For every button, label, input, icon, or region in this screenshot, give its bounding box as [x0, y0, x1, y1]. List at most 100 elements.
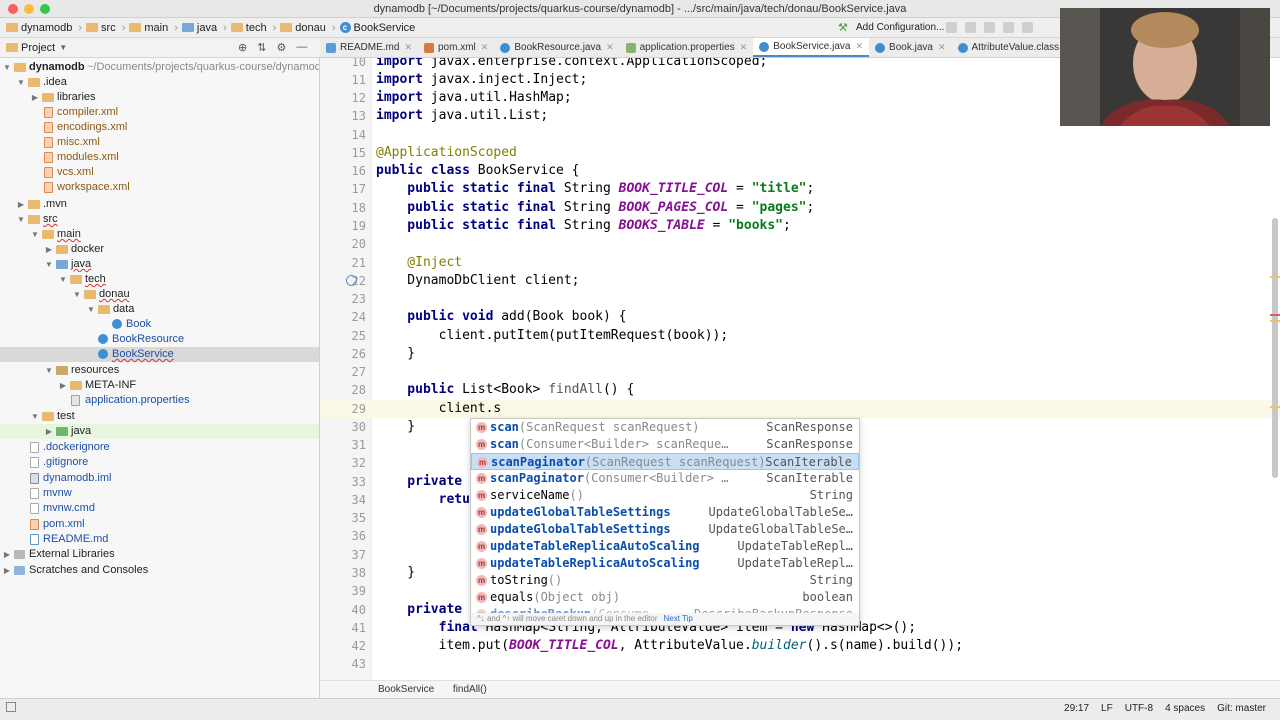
completion-item[interactable]: m equals(Object obj) boolean: [471, 589, 859, 606]
profile-icon[interactable]: [1003, 22, 1014, 33]
tab-book[interactable]: Book.java ✕: [869, 38, 951, 57]
tree-item-modules-xml[interactable]: modules.xml: [0, 150, 319, 165]
tool-windows-icon[interactable]: [6, 702, 16, 712]
chevron-down-icon[interactable]: ▼: [16, 212, 26, 227]
chevron-down-icon[interactable]: ▼: [16, 75, 26, 90]
debug-icon[interactable]: [965, 22, 976, 33]
collapse-icon[interactable]: ⇅: [257, 41, 266, 54]
run-icon[interactable]: [946, 22, 957, 33]
tree-item-dynamodb-iml[interactable]: dynamodb.iml: [0, 471, 319, 486]
tree-item-mvnw-cmd[interactable]: mvnw.cmd: [0, 501, 319, 516]
tree-item-test-java[interactable]: ▶ java: [0, 424, 319, 439]
minimize-window-button[interactable]: [24, 4, 34, 14]
close-tab-icon[interactable]: ✕: [740, 42, 748, 53]
breadcrumb-class[interactable]: BookService: [378, 684, 434, 695]
chevron-down-icon[interactable]: ▼: [2, 60, 12, 75]
tree-item-readme[interactable]: README.md: [0, 532, 319, 547]
crumb-donau[interactable]: donau ›: [280, 22, 336, 34]
tree-item-test[interactable]: ▼ test: [0, 409, 319, 424]
chevron-right-icon[interactable]: ▶: [2, 547, 12, 562]
chevron-right-icon[interactable]: ▶: [44, 242, 54, 257]
crumb-src[interactable]: src ›: [86, 22, 125, 34]
zoom-window-button[interactable]: [40, 4, 50, 14]
chevron-right-icon[interactable]: ▶: [58, 378, 68, 393]
completion-item[interactable]: m scan(Consumer<Builder> scanReque… ScanRe…: [471, 436, 859, 453]
warning-marker[interactable]: [1270, 320, 1280, 322]
tab-bookresource[interactable]: BookResource.java ✕: [494, 38, 619, 57]
breadcrumb-method[interactable]: findAll(): [453, 684, 487, 695]
next-tip-link[interactable]: Next Tip: [664, 614, 693, 623]
completion-item[interactable]: m serviceName() String: [471, 487, 859, 504]
completion-item[interactable]: m toString() String: [471, 572, 859, 589]
chevron-down-icon[interactable]: ▼: [30, 227, 40, 242]
close-tab-icon[interactable]: ✕: [481, 42, 489, 53]
chevron-down-icon[interactable]: ▼: [44, 363, 54, 378]
crumb-bookservice[interactable]: c BookService: [339, 22, 415, 34]
crumb-java[interactable]: java ›: [181, 22, 227, 34]
tree-item-vcs-xml[interactable]: vcs.xml: [0, 165, 319, 180]
tree-item-external-libraries[interactable]: ▶ External Libraries: [0, 547, 319, 562]
gear-icon[interactable]: ⚙: [276, 41, 286, 54]
chevron-down-icon[interactable]: ▼: [72, 287, 82, 302]
warning-marker[interactable]: [1270, 406, 1280, 408]
chevron-right-icon[interactable]: ▶: [30, 90, 40, 105]
tab-readme[interactable]: README.md ✕: [320, 38, 418, 57]
chevron-down-icon[interactable]: ▼: [59, 43, 67, 52]
tree-item-mvn[interactable]: ▶ .mvn: [0, 197, 319, 212]
tree-item-encodings-xml[interactable]: encodings.xml: [0, 120, 319, 135]
tree-item-data[interactable]: ▼ data: [0, 302, 319, 317]
project-view-selector[interactable]: Project: [21, 42, 55, 54]
close-tab-icon[interactable]: ✕: [938, 42, 946, 53]
close-tab-icon[interactable]: ✕: [855, 41, 863, 52]
stop-icon[interactable]: [1022, 22, 1033, 33]
close-window-button[interactable]: [8, 4, 18, 14]
injection-point-icon[interactable]: [346, 275, 357, 286]
crumb-project[interactable]: dynamodb ›: [6, 22, 82, 34]
tree-item-bookresource[interactable]: BookResource: [0, 332, 319, 347]
tree-item-java[interactable]: ▼ java: [0, 257, 319, 272]
coverage-icon[interactable]: [984, 22, 995, 33]
tab-pom[interactable]: pom.xml ✕: [418, 38, 494, 57]
tree-item-docker[interactable]: ▶ docker: [0, 242, 319, 257]
completion-item[interactable]: m updateGlobalTableSettings UpdateGlobalTa…: [471, 504, 859, 521]
tree-item-pom-xml[interactable]: pom.xml: [0, 517, 319, 532]
tree-item-dynamodb[interactable]: ▼ dynamodb ~/Documents/projects/quarkus-co…: [0, 60, 319, 75]
line-separator[interactable]: LF: [1101, 700, 1113, 718]
crumb-main[interactable]: main ›: [129, 22, 178, 34]
hide-icon[interactable]: —: [296, 41, 307, 54]
chevron-right-icon[interactable]: ▶: [2, 563, 12, 578]
tree-item-libraries[interactable]: ▶ libraries: [0, 90, 319, 105]
locate-icon[interactable]: ⊕: [238, 41, 247, 54]
completion-item[interactable]: m scanPaginator(Consumer<Builder> … ScanIt…: [471, 470, 859, 487]
tree-item-dockerignore[interactable]: .dockerignore: [0, 440, 319, 455]
completion-item[interactable]: m scan(ScanRequest scanRequest) ScanRespon…: [471, 419, 859, 436]
error-marker[interactable]: [1270, 314, 1280, 316]
tree-item-misc-xml[interactable]: misc.xml: [0, 135, 319, 150]
completion-item[interactable]: m updateTableReplicaAutoScaling UpdateTabl…: [471, 555, 859, 572]
completion-item[interactable]: m updateTableReplicaAutoScaling UpdateTabl…: [471, 538, 859, 555]
chevron-down-icon[interactable]: ▼: [30, 409, 40, 424]
add-configuration-button[interactable]: ⚒ Add Configuration...: [834, 20, 950, 36]
tree-item-idea[interactable]: ▼ .idea: [0, 75, 319, 90]
tab-application-properties[interactable]: application.properties ✕: [620, 38, 754, 57]
tree-item-bookservice[interactable]: BookService: [0, 347, 319, 362]
completion-item-selected[interactable]: m scanPaginator(ScanRequest scanRequest) S…: [471, 453, 859, 470]
chevron-down-icon[interactable]: ▼: [44, 257, 54, 272]
tree-item-main[interactable]: ▼ main: [0, 227, 319, 242]
tree-item-gitignore[interactable]: .gitignore: [0, 455, 319, 470]
tab-attributevalue[interactable]: AttributeValue.class✕: [952, 38, 1078, 57]
chevron-down-icon[interactable]: ▼: [86, 302, 96, 317]
indent-setting[interactable]: 4 spaces: [1165, 700, 1205, 718]
tree-item-mvnw[interactable]: mvnw: [0, 486, 319, 501]
tree-item-compiler-xml[interactable]: compiler.xml: [0, 105, 319, 120]
tab-bookservice[interactable]: BookService.java ✕: [753, 38, 870, 57]
tree-item-meta-inf[interactable]: ▶ META-INF: [0, 378, 319, 393]
tree-item-book[interactable]: Book: [0, 317, 319, 332]
tree-item-resources[interactable]: ▼ resources: [0, 363, 319, 378]
close-tab-icon[interactable]: ✕: [606, 42, 614, 53]
tree-item-donau[interactable]: ▼ donau: [0, 287, 319, 302]
warning-marker[interactable]: [1270, 276, 1280, 278]
chevron-right-icon[interactable]: ▶: [44, 424, 54, 439]
tree-item-workspace-xml[interactable]: workspace.xml: [0, 180, 319, 195]
git-branch[interactable]: Git: master: [1217, 700, 1266, 718]
